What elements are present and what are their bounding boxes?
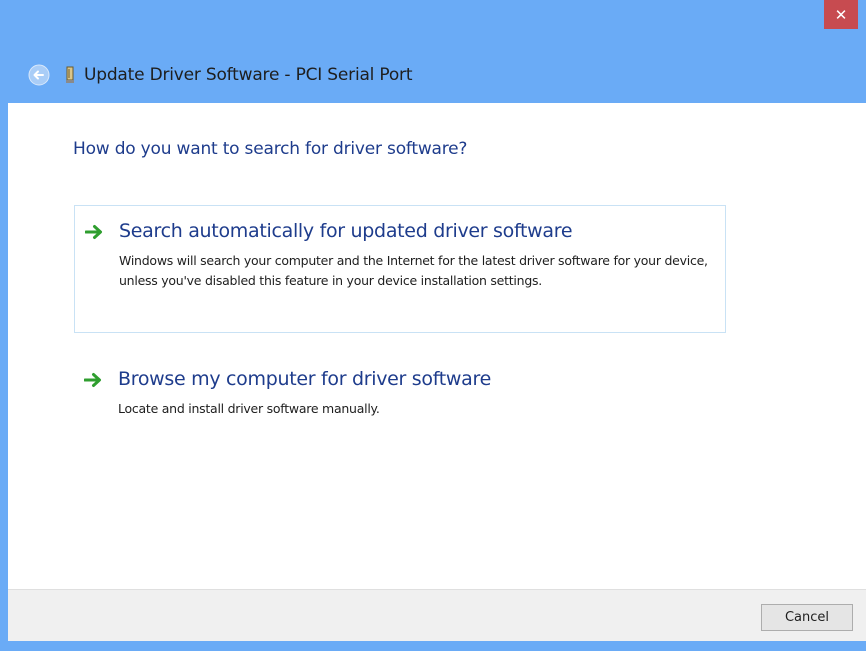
close-button[interactable]: ✕ — [824, 0, 858, 29]
device-icon — [65, 65, 75, 85]
green-arrow-icon — [84, 373, 101, 387]
option-title: Browse my computer for driver software — [118, 368, 491, 390]
search-automatically-option[interactable]: Search automatically for updated driver … — [74, 205, 726, 333]
content-area: How do you want to search for driver sof… — [8, 103, 866, 589]
dialog-window: ✕ Update Driver Software - PCI Serial Po… — [0, 0, 866, 651]
title-bar: Update Driver Software - PCI Serial Port — [27, 60, 413, 90]
option-description: Windows will search your computer and th… — [119, 253, 708, 288]
dialog-footer: Cancel — [8, 589, 866, 641]
back-arrow-icon — [28, 64, 50, 86]
page-heading: How do you want to search for driver sof… — [73, 139, 468, 159]
back-button[interactable] — [27, 63, 51, 87]
option-title: Search automatically for updated driver … — [119, 220, 573, 242]
green-arrow-icon — [85, 225, 102, 239]
option-description: Locate and install driver software manua… — [118, 401, 380, 416]
browse-computer-option[interactable]: Browse my computer for driver software L… — [74, 354, 726, 416]
close-icon: ✕ — [834, 5, 848, 24]
window-title: Update Driver Software - PCI Serial Port — [84, 65, 413, 85]
cancel-button[interactable]: Cancel — [761, 604, 853, 631]
